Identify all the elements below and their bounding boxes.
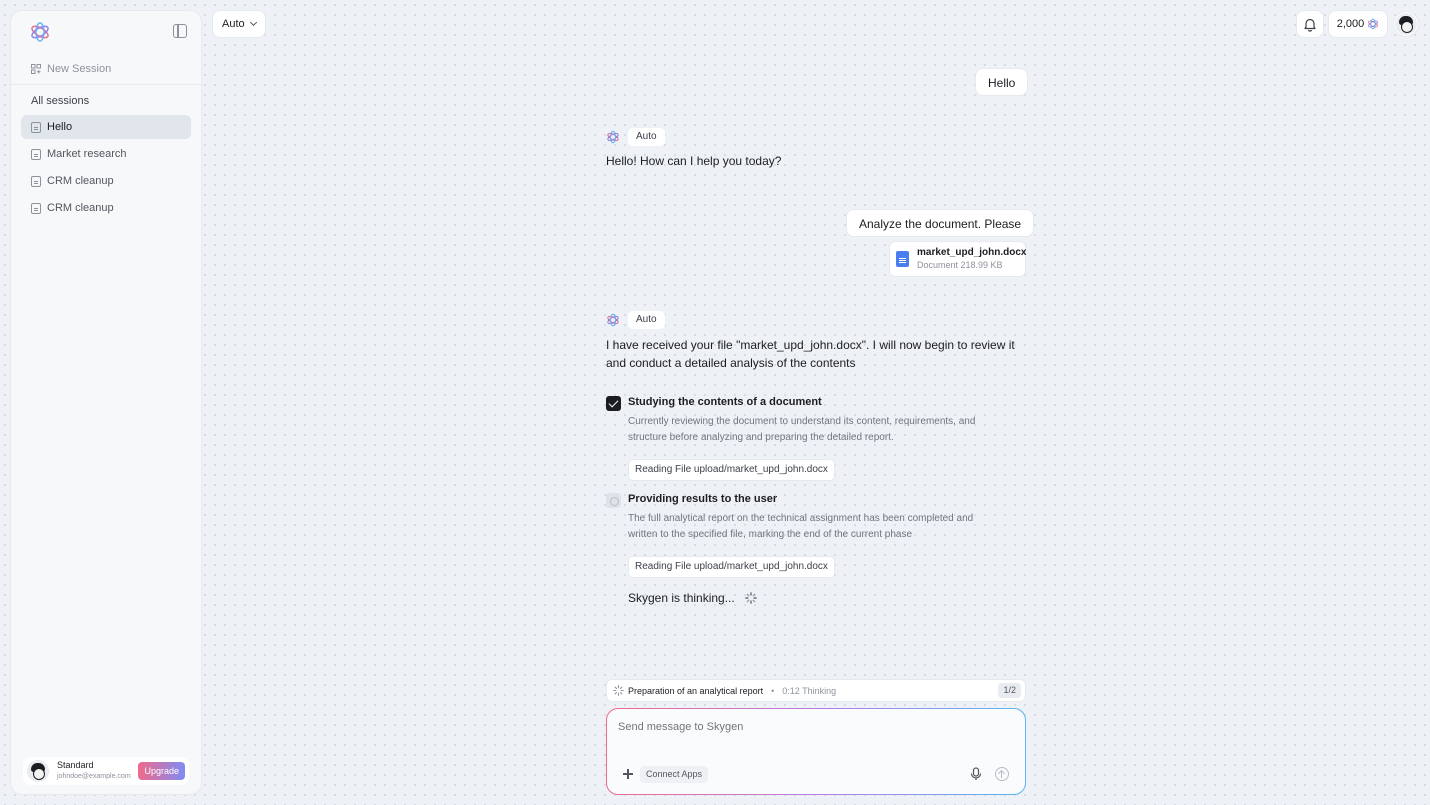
- chevron-down-icon: [249, 18, 257, 27]
- chat-doc-icon: [31, 175, 41, 187]
- atom-logo-icon: [607, 313, 619, 327]
- sessions-heading: All sessions: [31, 95, 90, 107]
- session-label: Market research: [47, 148, 127, 160]
- session-item-crm-cleanup-2[interactable]: CRM cleanup: [21, 196, 191, 220]
- step-description: Currently reviewing the document to unde…: [628, 416, 976, 443]
- step-description: The full analytical report on the techni…: [628, 513, 974, 540]
- sidebar-toggle-icon[interactable]: [173, 24, 187, 38]
- assistant-model-chip: Auto: [628, 128, 665, 146]
- message-input[interactable]: [618, 721, 998, 733]
- task-title: Preparation of an analytical report: [628, 685, 764, 696]
- avatar: [27, 760, 49, 782]
- atom-logo-icon: [607, 130, 619, 144]
- document-file-icon: [896, 251, 909, 267]
- session-label: CRM cleanup: [47, 175, 114, 187]
- assistant-header: Auto: [606, 311, 665, 329]
- sidebar: New Session All sessions Hello Market re…: [10, 10, 202, 795]
- chat-doc-icon: [31, 121, 41, 133]
- task-status: 0:12 Thinking: [782, 685, 837, 696]
- bell-icon: [1304, 18, 1316, 32]
- model-selector-label: Auto: [222, 18, 245, 30]
- session-item-crm-cleanup[interactable]: CRM cleanup: [21, 169, 191, 193]
- assistant-header: Auto: [606, 128, 665, 146]
- file-meta: Document 218.99 KB: [917, 260, 1003, 270]
- user-email: johndoe@example.com: [57, 773, 131, 780]
- task-page-indicator[interactable]: 1/2: [998, 683, 1021, 698]
- step-action-chip[interactable]: Reading File upload/market_upd_john.docx: [628, 459, 835, 481]
- assistant-message: Hello! How can I help you today?: [606, 154, 782, 168]
- session-list: Hello Market research CRM cleanup CRM cl…: [21, 115, 191, 223]
- send-button[interactable]: [995, 767, 1009, 781]
- step-title: Providing results to the user: [628, 493, 778, 505]
- add-attachment-button[interactable]: [621, 767, 635, 781]
- new-session-button[interactable]: New Session: [31, 59, 111, 79]
- model-selector[interactable]: Auto: [212, 10, 266, 38]
- step-done-checkbox[interactable]: [606, 396, 621, 411]
- file-name: market_upd_john.docx: [917, 247, 1027, 258]
- session-item-hello[interactable]: Hello: [21, 115, 191, 139]
- credits-badge[interactable]: 2,000: [1328, 10, 1388, 38]
- connect-apps-button[interactable]: Connect Apps: [640, 766, 709, 783]
- step-pending-checkbox[interactable]: [606, 493, 621, 508]
- thinking-indicator: Skygen is thinking...: [628, 591, 757, 605]
- active-task-bar[interactable]: Preparation of an analytical report • 0:…: [606, 679, 1026, 702]
- session-label: Hello: [47, 121, 73, 133]
- file-attachment[interactable]: market_upd_john.docx Document 218.99 KB: [889, 241, 1026, 277]
- microphone-icon[interactable]: [969, 767, 983, 781]
- assistant-message: I have received your file "market_upd_jo…: [606, 338, 1015, 370]
- avatar: [1395, 13, 1417, 35]
- user-message: Hello: [975, 68, 1029, 96]
- thinking-label: Skygen is thinking...: [628, 591, 735, 605]
- sidebar-divider: [11, 84, 201, 85]
- assistant-model-chip: Auto: [628, 311, 665, 329]
- message-composer: Connect Apps: [606, 708, 1026, 795]
- upgrade-button[interactable]: Upgrade: [138, 762, 185, 780]
- session-item-market-research[interactable]: Market research: [21, 142, 191, 166]
- atom-credit-icon: [1368, 18, 1379, 30]
- user-plan: Standard: [57, 760, 94, 770]
- session-label: CRM cleanup: [47, 202, 114, 214]
- step-action-chip[interactable]: Reading File upload/market_upd_john.docx: [628, 556, 835, 578]
- chat-doc-icon: [31, 148, 41, 160]
- spinner-icon: [744, 592, 757, 604]
- new-session-label: New Session: [47, 63, 112, 75]
- user-card[interactable]: Standard johndoe@example.com Upgrade: [23, 757, 189, 785]
- task-separator: •: [771, 685, 775, 696]
- profile-avatar-button[interactable]: [1393, 11, 1419, 37]
- spinner-icon: [613, 685, 624, 696]
- user-message: Analyze the document. Please: [846, 209, 1035, 237]
- chat-doc-icon: [31, 202, 41, 214]
- atom-logo-icon[interactable]: [29, 21, 51, 43]
- grid-plus-icon: [31, 64, 41, 74]
- credits-value: 2,000: [1336, 18, 1365, 30]
- step-title: Studying the contents of a document: [628, 396, 822, 408]
- notifications-button[interactable]: [1296, 10, 1324, 38]
